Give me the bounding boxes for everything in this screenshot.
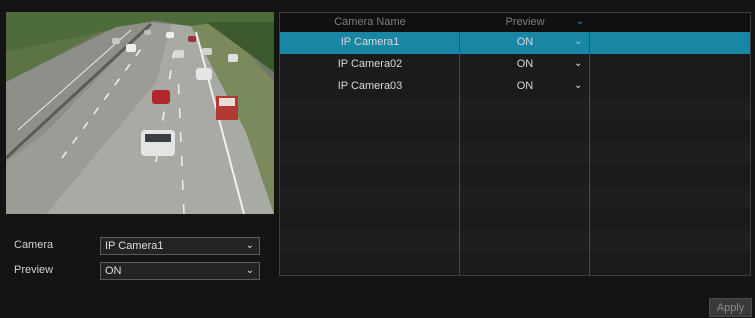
chevron-down-icon: ⌄ xyxy=(245,240,254,251)
row-preview: ON xyxy=(516,58,534,70)
row-preview: ON xyxy=(516,80,534,92)
preview-label: Preview xyxy=(14,264,54,276)
chevron-down-icon[interactable]: ⌄ xyxy=(574,36,582,47)
table-header: Camera Name Preview ⌄ xyxy=(280,13,750,32)
column-divider xyxy=(589,32,590,275)
camera-select[interactable]: IP Camera1 ⌄ xyxy=(100,237,260,255)
camera-row: Camera IP Camera1 ⌄ xyxy=(14,237,260,255)
chevron-down-icon[interactable]: ⌄ xyxy=(574,58,582,69)
chevron-down-icon[interactable]: ⌄ xyxy=(574,80,582,91)
table-row[interactable]: IP Camera03 ON ⌄ xyxy=(280,76,750,98)
apply-button[interactable]: Apply xyxy=(709,298,752,317)
camera-label: Camera xyxy=(14,239,54,251)
header-camera-name: Camera Name xyxy=(334,16,406,28)
chevron-down-icon: ⌄ xyxy=(245,265,254,276)
camera-preview-table: Camera Name Preview ⌄ IP Camera1 ON ⌄ IP… xyxy=(279,12,751,276)
table-row[interactable]: IP Camera02 ON ⌄ xyxy=(280,54,750,76)
header-preview: Preview xyxy=(505,16,545,28)
camera-feed-image xyxy=(6,12,274,214)
preview-select[interactable]: ON ⌄ xyxy=(100,262,260,280)
camera-preview xyxy=(6,12,274,214)
table-row[interactable]: IP Camera1 ON ⌄ xyxy=(280,32,750,54)
row-preview: ON xyxy=(516,36,534,48)
row-camera-name: IP Camera02 xyxy=(337,58,403,70)
row-camera-name: IP Camera1 xyxy=(340,36,400,48)
chevron-down-icon[interactable]: ⌄ xyxy=(576,16,584,27)
camera-select-value: IP Camera1 xyxy=(105,240,164,252)
preview-select-value: ON xyxy=(105,265,122,277)
preview-row: Preview ON ⌄ xyxy=(14,262,260,280)
row-camera-name: IP Camera03 xyxy=(337,80,403,92)
empty-row xyxy=(280,230,750,252)
empty-row xyxy=(280,98,750,120)
column-divider xyxy=(459,32,460,275)
empty-row xyxy=(280,186,750,208)
empty-row xyxy=(280,142,750,164)
